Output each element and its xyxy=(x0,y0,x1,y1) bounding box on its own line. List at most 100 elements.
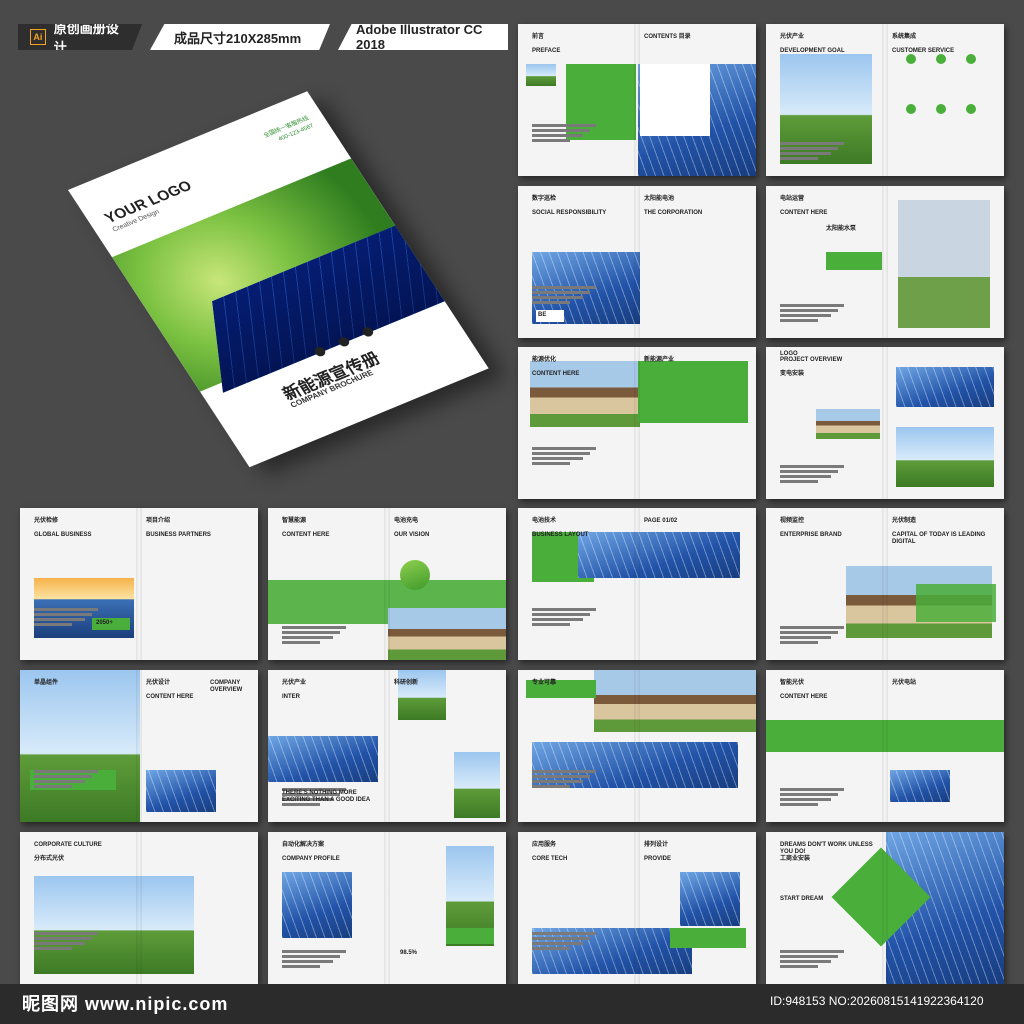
body-text-lines xyxy=(532,608,596,628)
body-text-lines xyxy=(532,770,596,790)
spread-left-subtitle: 变电安装 xyxy=(780,371,805,377)
spread-monitor: 视频监控 ENTERPRISE BRAND 光伏制造 CAPITAL OF TODAY… xyxy=(766,508,1004,660)
spread-right-subtitle: BUSINESS PARTNERS xyxy=(146,532,211,538)
spread-overview: 光伏产业 DEVELOPMENT GOAL 系统集成 CUSTOMER SERVICE xyxy=(766,24,1004,176)
spread-left-title: 单晶组件 xyxy=(34,680,59,686)
spread-right-title2: COMPANY OVERVIEW xyxy=(210,680,243,693)
spread-right-subtitle: CAPITAL OF TODAY IS LEADING DIGITAL xyxy=(892,532,986,545)
spread-right-title: 新能源产业 xyxy=(644,357,675,363)
spread-pv-check: 光伏检修 GLOBAL BUSINESS 项目介绍 BUSINESS PARTNERS… xyxy=(20,508,258,660)
spread-right-title: 光伏设计 xyxy=(146,680,171,686)
spread-left-subtitle: CONTENT HERE xyxy=(780,210,828,216)
header-tag-software: Adobe Illustrator CC 2018 xyxy=(338,24,508,50)
header-tag-size: 成品尺寸210X285mm xyxy=(150,24,330,50)
spread-service: 应用服务 CORE TECH 排列设计 PROVIDE xyxy=(518,832,756,984)
brochure-cover: YOUR LOGO Creative Design 全国统一客服热线 400-1… xyxy=(40,91,489,468)
body-text-lines xyxy=(780,304,844,324)
body-text-lines xyxy=(780,142,844,162)
header-tag-label: 原创画册设计 xyxy=(53,21,119,55)
spread-optimize: 能源优化 CONTENT HERE 新能源产业 xyxy=(518,347,756,499)
spread-tech: 电池技术 BUSINESS LAYOUT PAGE 01/02 xyxy=(518,508,756,660)
body-text-lines xyxy=(282,950,346,970)
spread-left-title: 电站运营 xyxy=(780,196,805,202)
spread-left-subtitle: INTER xyxy=(282,694,300,700)
spread-right-subtitle: OUR VISION xyxy=(394,532,430,538)
spread-right-title: PAGE 01/02 xyxy=(644,518,678,524)
spread-left-title: 数字巡检 xyxy=(532,196,557,202)
spread-left-title: 专业可靠 xyxy=(532,680,557,686)
spread-solution: 自动化解决方案 COMPANY PROFILE 98.5% xyxy=(268,832,506,984)
watermark-site: 昵图网 www.nipic.com xyxy=(22,994,229,1014)
spread-left-subtitle: CONTENT HERE xyxy=(780,694,828,700)
spread-smart: 智慧能源 CONTENT HERE 电池充电 OUR VISION xyxy=(268,508,506,660)
body-text-lines xyxy=(34,608,98,628)
spread-left-subtitle: PREFACE xyxy=(532,48,561,54)
spread-left-subtitle: ENTERPRISE BRAND xyxy=(780,532,842,538)
spread-corp-culture: CORPORATE CULTURE 分布式光伏 xyxy=(20,832,258,984)
header-tag-design: Ai 原创画册设计 xyxy=(18,24,142,50)
spread-caption: THERE'S NOTHING MORE EXCITING THAN A GOO… xyxy=(282,790,371,803)
spread-right-title: 科研创新 xyxy=(394,680,419,686)
spread-left-subtitle: DEVELOPMENT GOAL xyxy=(780,48,845,54)
spread-module: 单晶组件 光伏设计 CONTENT HERE COMPANY OVERVIEW xyxy=(20,670,258,822)
spread-left-title: 自动化解决方案 xyxy=(282,842,325,848)
spread-left-subtitle: CORE TECH xyxy=(532,856,568,862)
spread-badge: 2050+ xyxy=(96,620,113,626)
spread-left-title: 电池技术 xyxy=(532,518,557,524)
spread-left-subtitle: GLOBAL BUSINESS xyxy=(34,532,92,538)
body-text-lines xyxy=(34,770,98,790)
spread-dreams: DREAMS DON'T WORK UNLESS YOU DO! 工商业安装 STA… xyxy=(766,832,1004,984)
body-text-lines xyxy=(780,788,844,808)
spread-right-title: 太阳能电池 xyxy=(644,196,675,202)
watermark-id: ID:948153 NO:20260815141922364120 xyxy=(770,994,984,1008)
body-text-lines xyxy=(532,286,596,306)
spread-project: PROJECT OVERVIEW 变电安装 LOGO xyxy=(766,347,1004,499)
body-text-lines xyxy=(532,124,596,144)
spread-right-title: 排列设计 xyxy=(644,842,669,848)
body-text-lines xyxy=(780,950,844,970)
spread-right-title: 电池充电 xyxy=(394,518,419,524)
spread-left-title: 光伏产业 xyxy=(282,680,307,686)
spread-left-title: 光伏检修 xyxy=(34,518,59,524)
spread-left-subtitle: CONTENT HERE xyxy=(282,532,330,538)
spread-left-subtitle: BUSINESS LAYOUT xyxy=(532,532,589,538)
spread-left-subtitle: COMPANY PROFILE xyxy=(282,856,340,862)
spread-left-title: DREAMS DON'T WORK UNLESS YOU DO! xyxy=(780,842,873,855)
body-text-lines xyxy=(282,626,346,646)
spread-logo: LOGO xyxy=(780,351,798,357)
spread-corporation: 数字巡检 SOCIAL RESPONSIBILITY 太阳能电池 THE CORPOR… xyxy=(518,186,756,338)
spread-left-subtitle: CONTENT HERE xyxy=(532,371,580,377)
spread-preface: 前言 PREFACE CONTENTS 目录 xyxy=(518,24,756,176)
spread-right-title: 光伏制造 xyxy=(892,518,917,524)
body-text-lines xyxy=(34,932,98,952)
spread-left-title: 光伏产业 xyxy=(780,34,805,40)
spread-pro: 专业可靠 xyxy=(518,670,756,822)
spread-left-title: 智能光伏 xyxy=(780,680,805,686)
spread-right-subtitle: CUSTOMER SERVICE xyxy=(892,48,955,54)
spread-right-title: CONTENTS 目录 xyxy=(644,34,691,40)
spread-right-title: 系统集成 xyxy=(892,34,917,40)
spread-left-title: PROJECT OVERVIEW xyxy=(780,357,843,363)
body-text-lines xyxy=(532,447,596,467)
spread-station: 电站运营 CONTENT HERE 太阳能水泵 xyxy=(766,186,1004,338)
spread-left-title: CORPORATE CULTURE xyxy=(34,842,102,848)
spread-left-title: 能源优化 xyxy=(532,357,557,363)
spread-right-subtitle: THE CORPORATION xyxy=(644,210,703,216)
spread-left-subtitle: 分布式光伏 xyxy=(34,856,65,862)
spread-left-subtitle: 工商业安装 xyxy=(780,856,811,862)
spread-right-subtitle: CONTENT HERE xyxy=(146,694,194,700)
illustrator-icon: Ai xyxy=(30,29,46,45)
spread-tag: BE xyxy=(538,312,547,318)
mail-icon xyxy=(336,335,352,348)
spread-right-subtitle: PROVIDE xyxy=(644,856,672,862)
spread-left-title: 视频监控 xyxy=(780,518,805,524)
body-text-lines xyxy=(532,932,596,952)
spread-left-subtitle2: START DREAM xyxy=(780,896,824,902)
spread-right-title: 光伏电站 xyxy=(892,680,917,686)
cover-page: YOUR LOGO Creative Design 全国统一客服热线 400-1… xyxy=(68,91,489,468)
spread-smartpv: 智能光伏 CONTENT HERE 光伏电站 xyxy=(766,670,1004,822)
spread-right-title: 项目介绍 xyxy=(146,518,171,524)
spread-mid-title: 太阳能水泵 xyxy=(826,226,857,232)
phone-icon xyxy=(312,345,328,358)
spread-left-title: 智慧能源 xyxy=(282,518,307,524)
